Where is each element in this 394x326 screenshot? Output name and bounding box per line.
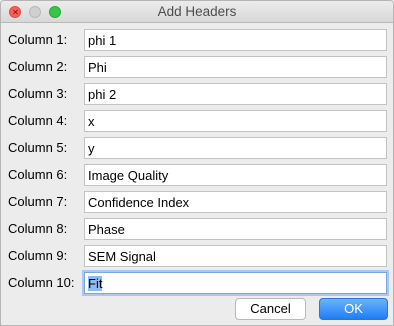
- ok-button[interactable]: OK: [319, 298, 388, 320]
- column-10-label: Column 10:: [8, 275, 75, 290]
- column-6-label: Column 6:: [8, 167, 68, 182]
- column-4-label: Column 4:: [8, 113, 68, 128]
- column-4-field[interactable]: x: [84, 110, 387, 132]
- column-2-label: Column 2:: [8, 59, 68, 74]
- column-9-field[interactable]: SEM Signal: [84, 245, 387, 267]
- column-row-2: Column 2: Phi: [1, 56, 393, 78]
- column-row-4: Column 4: x: [1, 110, 393, 132]
- column-7-field[interactable]: Confidence Index: [84, 191, 387, 213]
- cancel-button[interactable]: Cancel: [235, 298, 306, 320]
- column-row-1: Column 1: phi 1: [1, 29, 393, 51]
- column-6-field[interactable]: Image Quality: [84, 164, 387, 186]
- column-10-selected-text: Fit: [88, 276, 103, 291]
- title-bar: Add Headers: [1, 1, 393, 23]
- column-9-label: Column 9:: [8, 248, 68, 263]
- column-10-field[interactable]: Fit: [84, 272, 387, 294]
- column-row-10: Column 10: Fit: [1, 272, 393, 294]
- column-8-field[interactable]: Phase: [84, 218, 387, 240]
- column-row-7: Column 7: Confidence Index: [1, 191, 393, 213]
- column-3-field[interactable]: phi 2: [84, 83, 387, 105]
- window-title: Add Headers: [157, 4, 237, 19]
- column-1-label: Column 1:: [8, 32, 68, 47]
- column-row-5: Column 5: y: [1, 137, 393, 159]
- column-5-label: Column 5:: [8, 140, 68, 155]
- column-1-field[interactable]: phi 1: [84, 29, 387, 51]
- column-3-label: Column 3:: [8, 86, 68, 101]
- column-8-label: Column 8:: [8, 221, 68, 236]
- column-row-6: Column 6: Image Quality: [1, 164, 393, 186]
- column-2-field[interactable]: Phi: [84, 56, 387, 78]
- column-row-3: Column 3: phi 2: [1, 83, 393, 105]
- column-7-label: Column 7:: [8, 194, 68, 209]
- column-5-field[interactable]: y: [84, 137, 387, 159]
- column-row-9: Column 9: SEM Signal: [1, 245, 393, 267]
- add-headers-dialog: Add Headers Column 1: phi 1 Column 2: Ph…: [0, 0, 394, 326]
- column-row-8: Column 8: Phase: [1, 218, 393, 240]
